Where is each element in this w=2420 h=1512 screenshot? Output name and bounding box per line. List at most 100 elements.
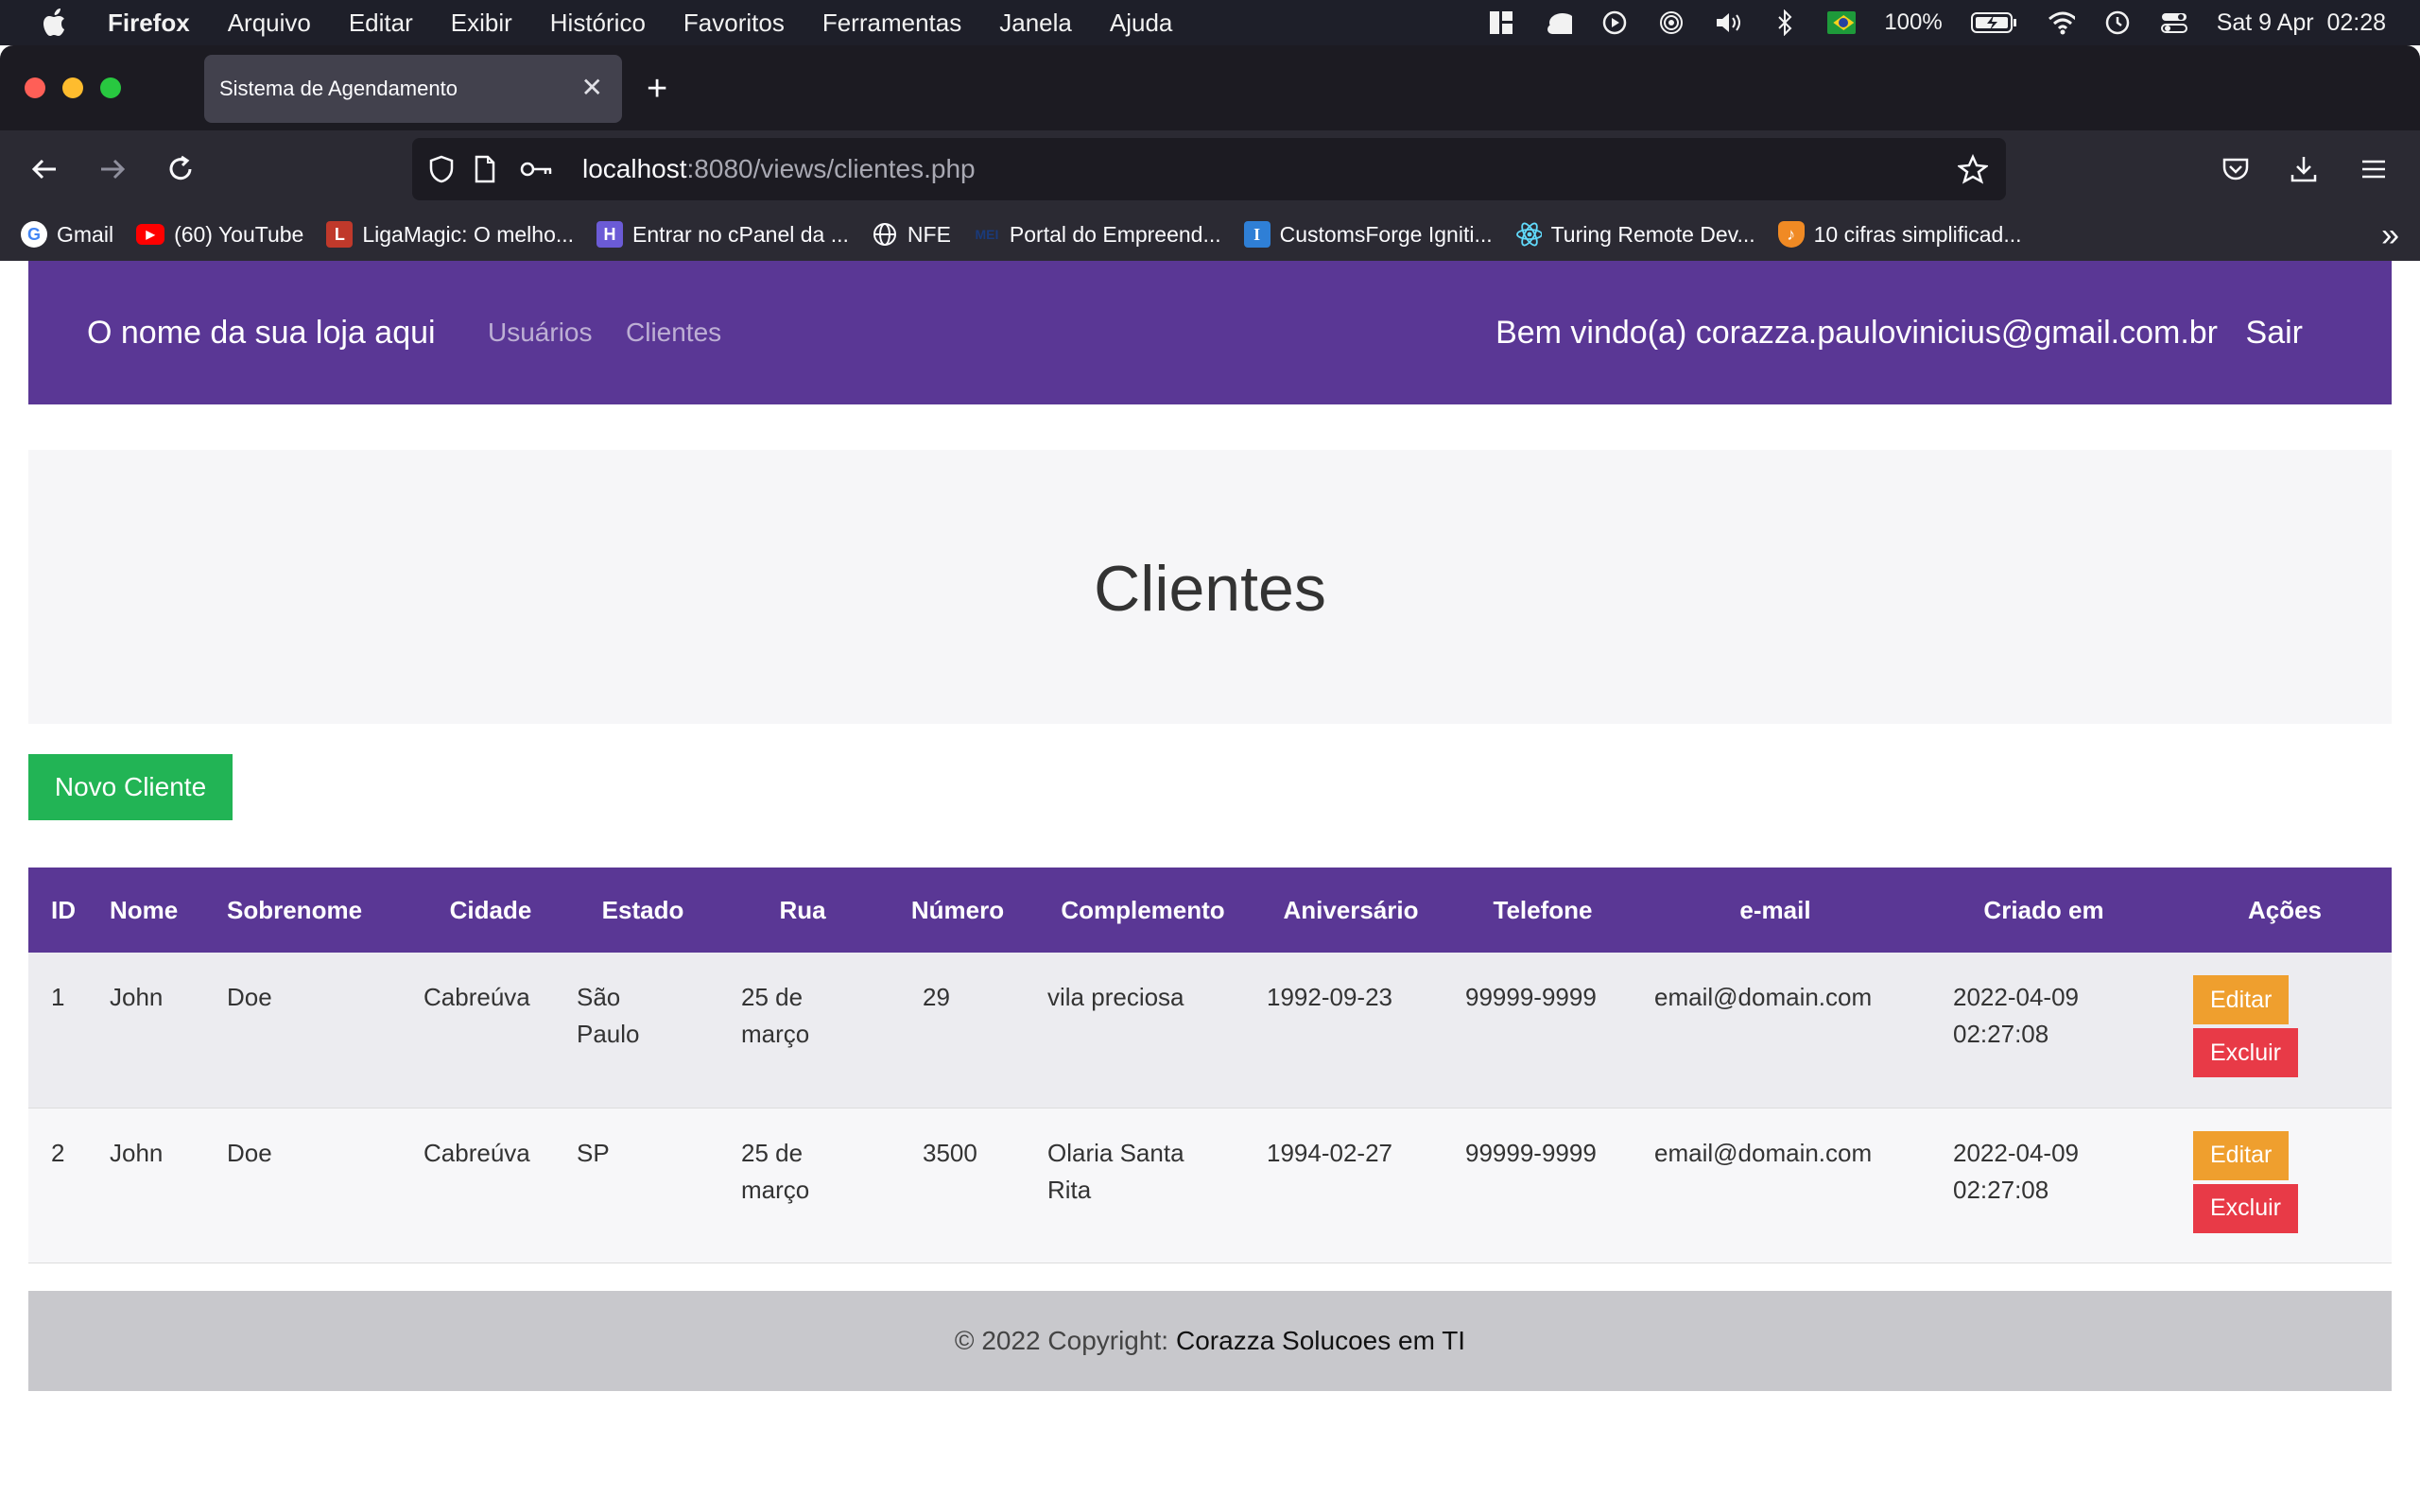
control-center-icon[interactable]: [2160, 9, 2188, 37]
back-button[interactable]: [23, 147, 66, 191]
customsforge-icon: I: [1243, 221, 1270, 248]
cell-nome: John: [110, 1138, 164, 1167]
url-host: localhost: [582, 154, 687, 183]
nav-link-usuarios[interactable]: Usuários: [488, 261, 592, 404]
new-client-button[interactable]: Novo Cliente: [28, 754, 233, 820]
bookmark-youtube[interactable]: ▶ (60) YouTube: [136, 222, 303, 248]
bookmark-portal-empreendedor[interactable]: MEI Portal do Empreend...: [974, 221, 1221, 248]
globe-icon: [872, 221, 898, 248]
mei-icon: MEI: [975, 227, 999, 242]
table-header-row: ID Nome Sobrenome Cidade Estado Rua Núme…: [28, 868, 2392, 953]
bookmark-turing[interactable]: Turing Remote Dev...: [1515, 221, 1755, 248]
page-info-icon[interactable]: [469, 153, 501, 185]
window-manager-icon[interactable]: [1487, 9, 1515, 37]
tab-title: Sistema de Agendamento: [219, 77, 458, 100]
col-header-estado: Estado: [601, 895, 684, 924]
window-minimize-button[interactable]: [62, 77, 83, 98]
cell-criado-em: 2022-04-09 02:27:08: [1953, 1138, 2079, 1204]
cell-estado: SP: [577, 1138, 610, 1167]
play-icon[interactable]: [1600, 9, 1629, 37]
bookmark-cifras[interactable]: ♪ 10 cifras simplificad...: [1777, 221, 2022, 248]
bookmarks-overflow-chevron-icon[interactable]: »: [2381, 217, 2399, 254]
cell-complemento: vila preciosa: [1047, 983, 1184, 1011]
cell-complemento: Olaria Santa Rita: [1047, 1138, 1184, 1204]
airdrop-icon[interactable]: [1657, 9, 1685, 37]
forward-button[interactable]: [91, 147, 134, 191]
window-zoom-button[interactable]: [100, 77, 121, 98]
footer-company-link[interactable]: Corazza Solucoes em TI: [1176, 1326, 1465, 1356]
delete-button[interactable]: Excluir: [2193, 1028, 2299, 1077]
key-icon[interactable]: [518, 153, 556, 185]
tracking-shield-icon[interactable]: [425, 153, 458, 185]
apple-icon[interactable]: [40, 7, 72, 39]
col-header-telefone: Telefone: [1493, 895, 1593, 924]
bookmark-label: CustomsForge Igniti...: [1279, 221, 1493, 247]
menu-historico[interactable]: Histórico: [550, 9, 646, 38]
bookmark-label: NFE: [907, 221, 951, 247]
bookmark-nfe[interactable]: NFE: [872, 221, 951, 248]
tab-close-icon[interactable]: ✕: [581, 72, 603, 103]
nav-link-clientes[interactable]: Clientes: [626, 261, 721, 404]
cell-sobrenome: Doe: [227, 983, 272, 1011]
window-close-button[interactable]: [25, 77, 45, 98]
menu-ajuda[interactable]: Ajuda: [1110, 9, 1173, 38]
menubar-clock[interactable]: Sat 9 Apr 02:28: [2217, 9, 2386, 37]
reload-button[interactable]: [159, 147, 202, 191]
bookmark-customsforge[interactable]: I CustomsForge Igniti...: [1243, 221, 1493, 248]
col-header-sobrenome: Sobrenome: [227, 895, 363, 924]
cell-cidade: Cabreúva: [424, 1138, 530, 1167]
cell-acoes: Editar Excluir: [2178, 953, 2392, 1108]
bookmark-label: (60) YouTube: [174, 221, 304, 247]
page-title: Clientes: [1094, 553, 1326, 625]
url-path: :8080/views/clientes.php: [686, 154, 976, 183]
cell-cidade: Cabreúva: [424, 983, 530, 1011]
downloads-icon[interactable]: [2282, 147, 2325, 191]
table-row: 1 John Doe Cabreúva São Paulo 25 de març…: [28, 953, 2392, 1108]
cell-numero: 3500: [923, 1138, 977, 1167]
col-header-id: ID: [51, 895, 76, 924]
new-tab-button[interactable]: +: [647, 66, 667, 112]
row-actions: Editar Excluir: [2193, 1130, 2382, 1233]
cell-email: email@domain.com: [1654, 1138, 1873, 1167]
site-brand[interactable]: O nome da sua loja aqui: [87, 261, 436, 404]
menubar-app-name[interactable]: Firefox: [108, 9, 190, 38]
menu-editar[interactable]: Editar: [349, 9, 413, 38]
site-navbar: O nome da sua loja aqui Usuários Cliente…: [28, 261, 2392, 404]
col-header-nome: Nome: [110, 895, 179, 924]
bookmark-star-icon[interactable]: [1957, 153, 1989, 185]
cell-id: 1: [51, 983, 65, 1011]
bookmark-label: Portal do Empreend...: [1009, 221, 1221, 247]
app-menu-icon[interactable]: [2352, 147, 2395, 191]
menu-favoritos[interactable]: Favoritos: [683, 9, 785, 38]
cloud-app-icon[interactable]: [1544, 9, 1573, 37]
edit-button[interactable]: Editar: [2193, 1130, 2290, 1180]
menu-ferramentas[interactable]: Ferramentas: [822, 9, 961, 38]
table-row: 2 John Doe Cabreúva SP 25 de março 3500 …: [28, 1108, 2392, 1263]
bookmark-ligamagic[interactable]: L LigaMagic: O melho...: [326, 221, 574, 248]
menu-exibir[interactable]: Exibir: [451, 9, 512, 38]
bluetooth-icon[interactable]: [1771, 9, 1799, 37]
url-text[interactable]: localhost:8080/views/clientes.php: [582, 138, 976, 200]
edit-button[interactable]: Editar: [2193, 975, 2290, 1024]
pocket-icon[interactable]: [2214, 147, 2257, 191]
menu-arquivo[interactable]: Arquivo: [228, 9, 311, 38]
page-header: Clientes: [28, 450, 2392, 724]
browser-tab-active[interactable]: Sistema de Agendamento ✕: [204, 55, 622, 123]
address-bar[interactable]: localhost:8080/views/clientes.php: [412, 138, 2006, 200]
volume-icon[interactable]: [1714, 9, 1742, 37]
bookmarks-toolbar: G Gmail ▶ (60) YouTube L LigaMagic: O me…: [0, 208, 2420, 261]
wifi-icon[interactable]: [2047, 9, 2075, 37]
time-machine-icon[interactable]: [2103, 9, 2132, 37]
input-source-flag-icon[interactable]: [1827, 9, 1857, 37]
battery-icon[interactable]: [1970, 9, 2018, 37]
logout-link[interactable]: Sair: [2246, 261, 2303, 404]
cifras-icon: ♪: [1777, 221, 1805, 248]
cpanel-icon: H: [596, 221, 624, 248]
welcome-message: Bem vindo(a) corazza.paulovinicius@gmail…: [1495, 315, 2218, 351]
bookmark-gmail[interactable]: G Gmail: [21, 221, 113, 248]
menu-janela[interactable]: Janela: [999, 9, 1072, 38]
menubar-status-area: 100% Sat 9 Apr 02:28: [1487, 0, 2386, 45]
cell-nome: John: [110, 983, 164, 1011]
bookmark-cpanel[interactable]: H Entrar no cPanel da ...: [596, 221, 849, 248]
delete-button[interactable]: Excluir: [2193, 1183, 2299, 1233]
